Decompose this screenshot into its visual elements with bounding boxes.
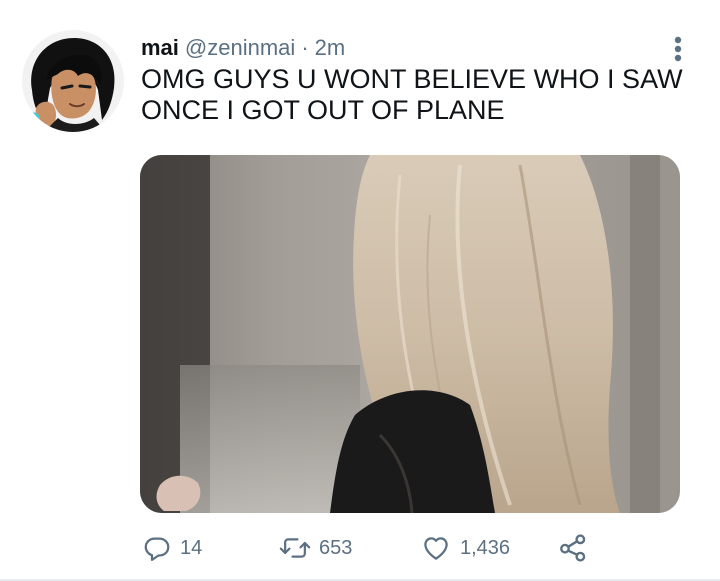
reply-count: 14 [180,536,203,559]
like-count: 1,436 [460,536,511,559]
photo-blonde-hair [140,155,680,513]
more-options-button[interactable] [664,32,692,66]
tweet-timestamp[interactable]: 2m [315,34,346,62]
share-button[interactable] [556,530,590,566]
author-handle[interactable]: @zeninmai [185,34,295,62]
reply-icon [144,537,170,561]
reply-button[interactable]: 14 [142,530,202,566]
more-vertical-icon [674,36,682,62]
tweet-media-image[interactable] [140,155,680,513]
avatar[interactable] [22,30,124,132]
tweet-actions: 14 653 1,436 [0,530,720,566]
retweet-icon [279,538,311,558]
retweet-count: 653 [319,536,353,559]
retweet-button[interactable]: 653 [279,530,352,566]
author-name[interactable]: mai [141,34,179,62]
share-icon [560,534,586,562]
tweet-text-line: OMG GUYS U WONT BELIEVE WHO I SAW [141,64,683,94]
separator-dot: · [301,35,309,60]
tweet-text-line: ONCE I GOT OUT OF PLANE [141,95,505,125]
tweet-header: mai @zeninmai · 2m [141,34,345,62]
heart-icon [424,537,448,560]
avatar-image [22,30,124,132]
like-button[interactable]: 1,436 [420,530,510,566]
tweet-text: OMG GUYS U WONT BELIEVE WHO I SAW ONCE I… [141,64,701,126]
tweet-card: mai @zeninmai · 2m OMG GUYS U WONT BELIE… [0,0,720,581]
